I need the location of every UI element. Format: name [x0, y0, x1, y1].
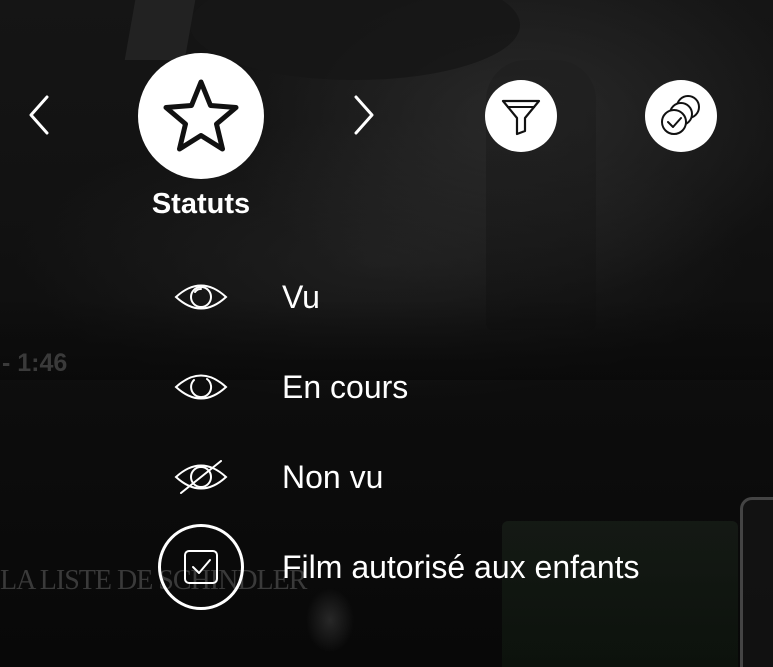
background-tree [124, 0, 196, 60]
coins-button[interactable] [645, 80, 717, 152]
status-option-film-enfants[interactable]: Film autorisé aux enfants [150, 524, 710, 610]
checkbox-icon-wrapper [150, 524, 252, 610]
status-option-label: Film autorisé aux enfants [282, 548, 640, 585]
chevron-left-icon [29, 95, 49, 135]
selection-ring [158, 524, 244, 610]
chevron-right-icon [354, 95, 374, 135]
status-option-label: Vu [282, 278, 320, 315]
filter-button[interactable] [485, 80, 557, 152]
eye-icon [150, 264, 252, 330]
status-option-label: En cours [282, 368, 409, 405]
player-overlay: - 1:46 LA LISTE DE SCHINDLER Statuts Vu … [0, 0, 773, 667]
statuts-category-button[interactable] [138, 53, 264, 179]
next-category-button[interactable] [349, 92, 379, 138]
background-poster [740, 497, 773, 667]
eye-half-icon [150, 354, 252, 420]
status-option-en-cours[interactable]: En cours [150, 354, 710, 420]
eye-off-icon [150, 444, 252, 510]
status-option-label: Non vu [282, 458, 384, 495]
filter-icon [501, 99, 541, 136]
star-icon [163, 79, 239, 152]
status-option-vu[interactable]: Vu [150, 264, 710, 330]
checkbox-icon [184, 550, 218, 584]
previous-category-button[interactable] [24, 92, 54, 138]
background-time-remaining: - 1:46 [2, 349, 68, 377]
status-option-non-vu[interactable]: Non vu [150, 444, 710, 510]
coins-check-icon [661, 95, 700, 135]
category-label: Statuts [151, 188, 251, 220]
